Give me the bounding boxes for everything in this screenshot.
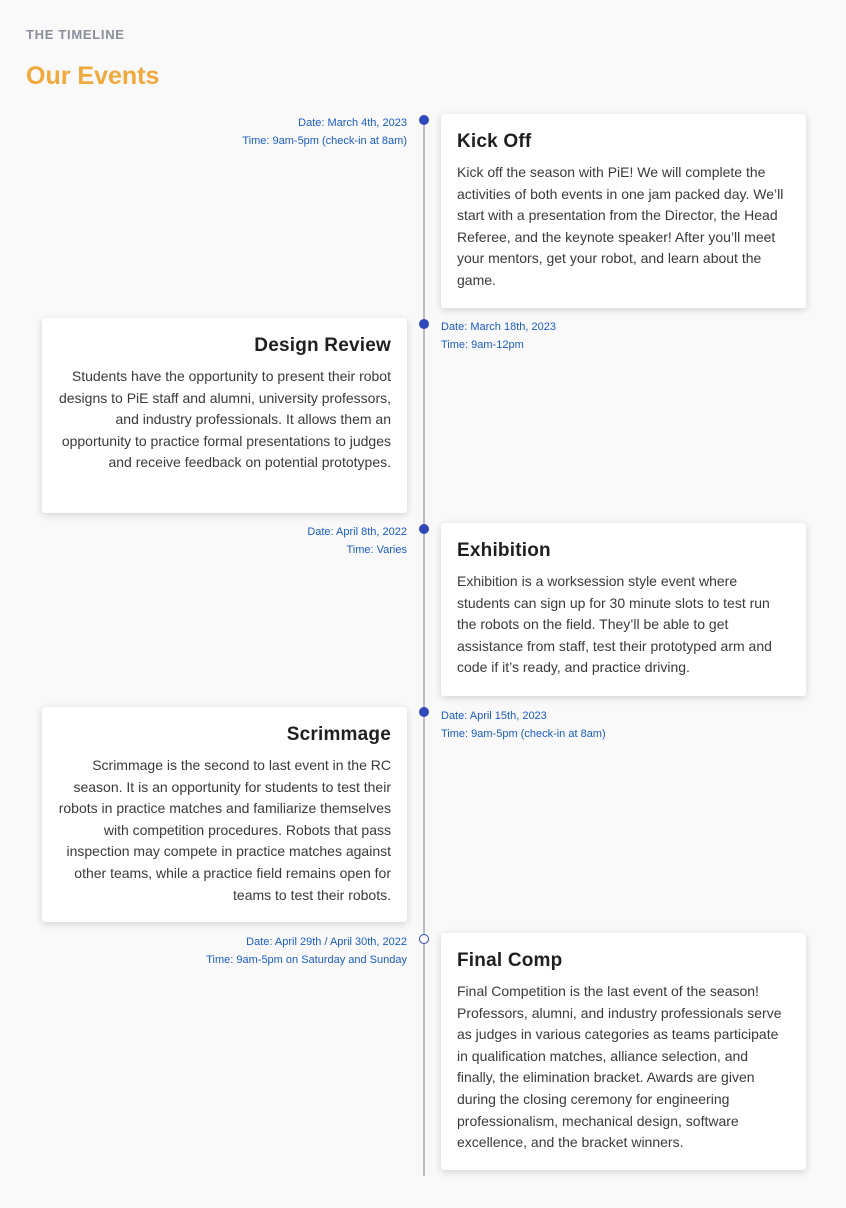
- event-title: Final Comp: [457, 950, 563, 971]
- event-date: Date: April 29th / April 30th, 2022: [246, 936, 407, 948]
- event-meta: Date: April 29th / April 30th, 2022 Time…: [206, 933, 407, 969]
- event-meta: Date: March 18th, 2023 Time: 9am-12pm: [441, 318, 556, 354]
- page-title: Our Events: [26, 62, 160, 90]
- event-card-exhibition: Exhibition Exhibition is a worksession s…: [441, 523, 806, 696]
- event-title: Exhibition: [457, 540, 551, 561]
- event-description: Kick off the season with PiE! We will co…: [457, 164, 784, 288]
- event-date: Date: April 15th, 2023: [441, 710, 547, 722]
- timeline-dot: [419, 115, 429, 125]
- timeline-dot: [419, 707, 429, 717]
- event-title: Kick Off: [457, 131, 532, 152]
- event-title: Scrimmage: [286, 724, 391, 745]
- timeline-dot-hollow: [419, 934, 429, 944]
- event-description: Final Competition is the last event of t…: [457, 983, 782, 1151]
- event-card-design-review: Design Review Students have the opportun…: [42, 318, 407, 513]
- event-date: Date: April 8th, 2022: [307, 526, 407, 538]
- event-time: Time: 9am-5pm (check-in at 8am): [242, 135, 407, 147]
- event-date: Date: March 4th, 2023: [298, 117, 407, 129]
- timeline-page: THE TIMELINE Our Events Date: March 4th,…: [0, 0, 846, 1208]
- event-description: Scrimmage is the second to last event in…: [58, 757, 391, 903]
- event-card-scrimmage: Scrimmage Scrimmage is the second to las…: [42, 707, 407, 922]
- event-time: Time: 9am-12pm: [441, 339, 524, 351]
- event-date: Date: March 18th, 2023: [441, 321, 556, 333]
- event-meta: Date: April 15th, 2023 Time: 9am-5pm (ch…: [441, 707, 606, 743]
- event-meta: Date: March 4th, 2023 Time: 9am-5pm (che…: [242, 114, 407, 150]
- section-eyebrow: THE TIMELINE: [26, 27, 125, 42]
- event-time: Time: 9am-5pm (check-in at 8am): [441, 728, 606, 740]
- event-title: Design Review: [254, 335, 391, 356]
- event-card-kick-off: Kick Off Kick off the season with PiE! W…: [441, 114, 806, 308]
- event-meta: Date: April 8th, 2022 Time: Varies: [307, 523, 407, 559]
- timeline-line: [423, 121, 425, 1176]
- event-description: Students have the opportunity to present…: [58, 368, 391, 471]
- event-card-final-comp: Final Comp Final Competition is the last…: [441, 933, 806, 1170]
- event-description: Exhibition is a worksession style event …: [457, 573, 772, 676]
- timeline-dot: [419, 524, 429, 534]
- timeline-dot: [419, 319, 429, 329]
- event-time: Time: 9am-5pm on Saturday and Sunday: [206, 954, 407, 966]
- event-time: Time: Varies: [346, 544, 407, 556]
